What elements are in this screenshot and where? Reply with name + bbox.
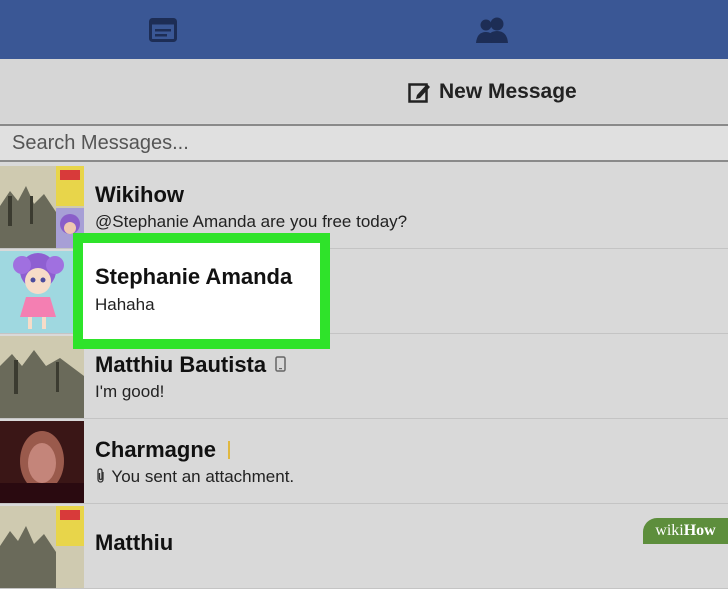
conversation-preview: @Stephanie Amanda are you free today? — [95, 212, 408, 231]
avatar — [0, 166, 84, 248]
conversation-name: Stephanie Amanda — [95, 264, 293, 289]
search-bar — [0, 124, 728, 162]
conversation-row-matthiu[interactable]: Matthiu — [0, 504, 728, 589]
highlight-inner: Stephanie Amanda Hahaha — [83, 243, 320, 339]
avatar — [0, 421, 84, 503]
new-message-label: New Message — [439, 80, 577, 103]
paperclip-icon — [97, 468, 104, 483]
search-input[interactable] — [0, 126, 728, 160]
top-navigation-bar — [0, 0, 728, 59]
conversation-preview: You sent an attachment. — [95, 467, 294, 487]
conversation-name: Matthiu — [95, 530, 174, 555]
mobile-icon — [275, 356, 286, 372]
tab-news-feed[interactable] — [103, 0, 223, 59]
avatar — [0, 251, 84, 333]
new-message-button[interactable]: New Message — [408, 79, 577, 105]
conversation-name: Matthiu Bautista — [95, 352, 286, 378]
conversation-row-charmagne[interactable]: Charmagne You sent an attachment. — [0, 419, 728, 504]
conversation-name: Wikihow — [95, 182, 185, 207]
messages-toolbar: New Message — [0, 59, 728, 123]
news-feed-icon — [149, 17, 177, 42]
tab-friends[interactable] — [432, 0, 552, 59]
conversation-name: Charmagne — [95, 437, 231, 463]
friends-icon — [476, 17, 508, 43]
avatar — [0, 336, 84, 418]
compose-icon — [408, 82, 430, 103]
status-indicator — [228, 441, 231, 459]
conversation-preview: I'm good! — [95, 382, 165, 401]
watermark: wiki How — [643, 518, 728, 544]
highlight-box: Stephanie Amanda Hahaha — [73, 233, 330, 349]
conversation-preview: Hahaha — [95, 295, 155, 314]
avatar — [0, 506, 84, 588]
